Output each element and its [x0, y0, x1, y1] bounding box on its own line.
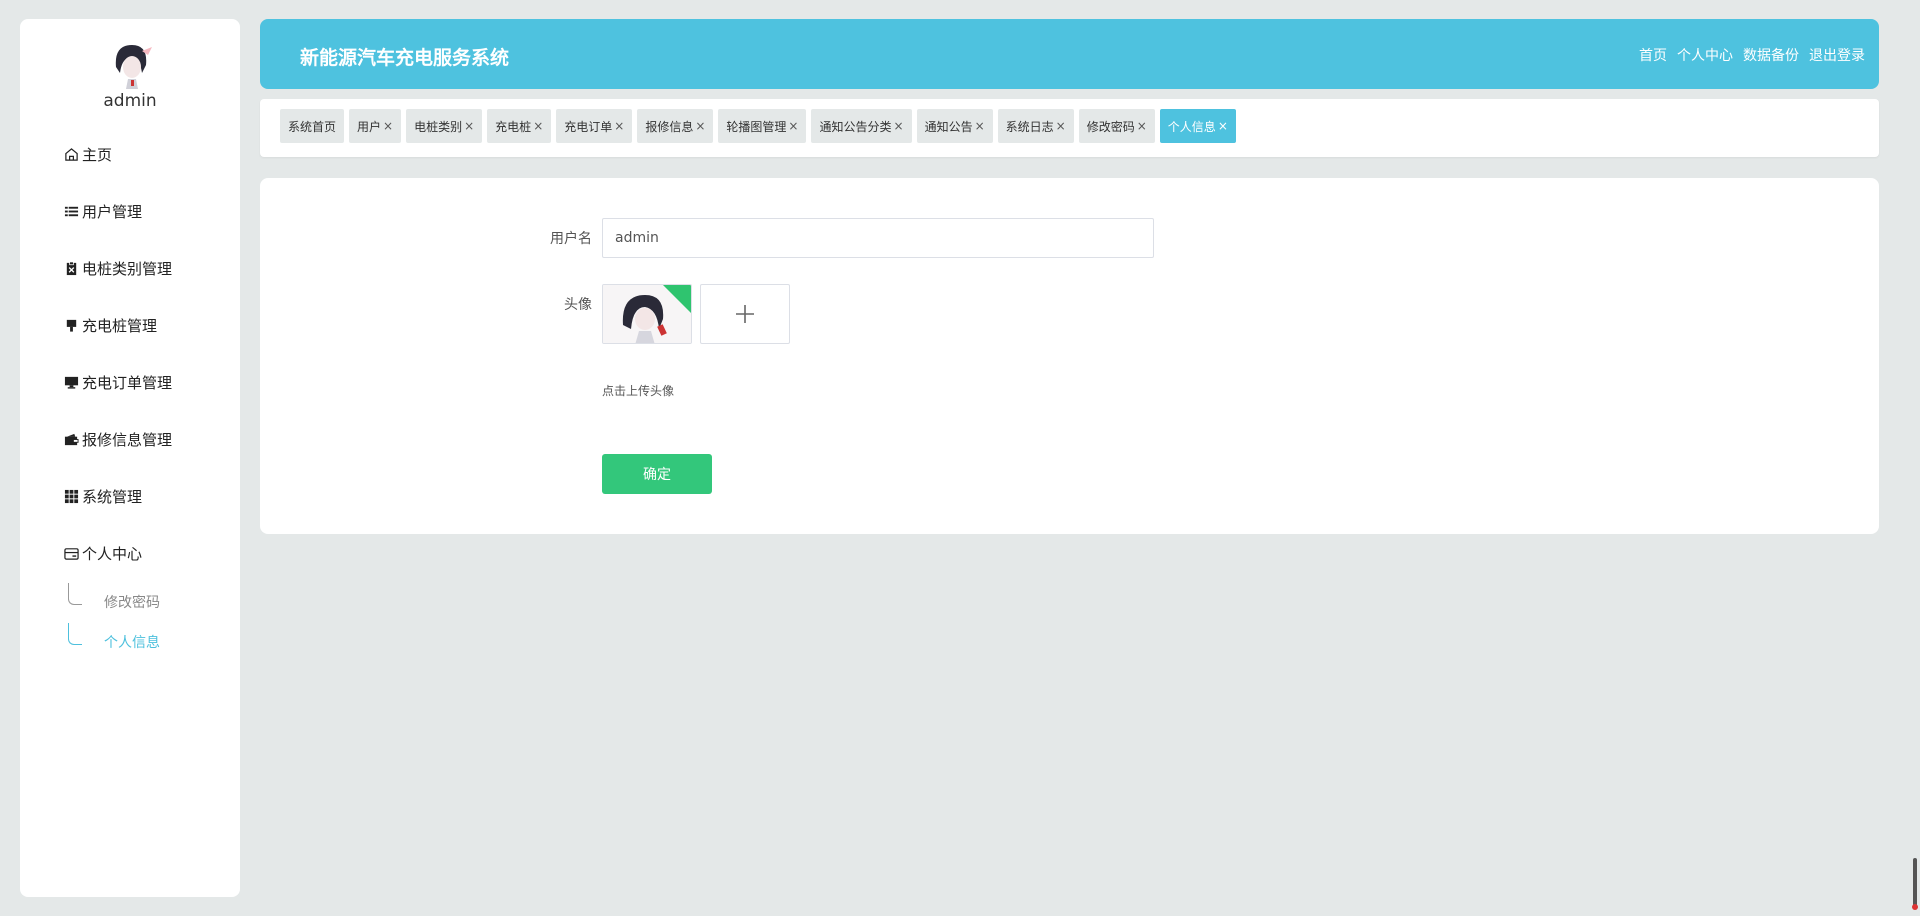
sidebar-item-label: 报修信息管理: [82, 430, 173, 449]
sidebar-username: admin: [103, 91, 157, 111]
tab-label: 个人信息: [1167, 119, 1216, 134]
close-icon[interactable]: ×: [533, 119, 543, 133]
nav-data-backup-link[interactable]: 数据备份: [1743, 45, 1799, 65]
header-nav: 首页 个人中心 数据备份 退出登录: [1639, 45, 1865, 65]
close-icon[interactable]: ×: [975, 119, 985, 133]
grid-icon: [62, 487, 80, 505]
tab-label: 充电订单: [564, 119, 613, 134]
sidebar-item-charging-order[interactable]: 充电订单管理: [62, 367, 172, 397]
list-icon: [62, 202, 80, 220]
tab-charging-order[interactable]: 充电订单 ×: [556, 109, 633, 143]
nav-logout-link[interactable]: 退出登录: [1809, 45, 1865, 65]
avatar-label: 头像: [564, 297, 592, 313]
tab-label: 报修信息: [645, 119, 694, 134]
close-icon[interactable]: ×: [1137, 119, 1147, 133]
tab-carousel[interactable]: 轮播图管理 ×: [718, 109, 807, 143]
close-icon[interactable]: ×: [464, 119, 474, 133]
sidebar-item-system[interactable]: 系统管理: [62, 481, 142, 511]
tab-pile-category[interactable]: 电桩类别 ×: [406, 109, 483, 143]
tab-label: 修改密码: [1086, 119, 1135, 134]
scroll-indicator: [1912, 858, 1918, 910]
app-title: 新能源汽车充电服务系统: [300, 47, 510, 69]
top-header: 新能源汽车充电服务系统 首页 个人中心 数据备份 退出登录: [260, 19, 1879, 89]
sidebar-item-charging-pile[interactable]: 充电桩管理: [62, 310, 157, 340]
sidebar-item-label: 用户管理: [82, 202, 143, 221]
card-icon: [62, 544, 80, 562]
clipboard-icon: [62, 259, 80, 277]
tab-label: 系统首页: [288, 119, 337, 134]
submit-button[interactable]: 确定: [602, 454, 712, 494]
username-label: 用户名: [550, 231, 592, 247]
tab-notice[interactable]: 通知公告 ×: [916, 109, 993, 143]
sidebar-subitem-personal-info[interactable]: 个人信息: [68, 623, 160, 657]
tab-repair-info[interactable]: 报修信息 ×: [637, 109, 714, 143]
close-icon[interactable]: ×: [614, 119, 624, 133]
sidebar-item-personal-center[interactable]: 个人中心: [62, 538, 142, 568]
tab-label: 用户: [357, 119, 382, 134]
sidebar-item-home[interactable]: 主页: [62, 139, 112, 169]
sidebar: admin 主页 用户管理 电桩类别管理 充电桩管理 充电订单管理 报修信息管理: [20, 19, 240, 897]
avatar-thumbnail[interactable]: [602, 284, 692, 344]
tab-label: 通知公告分类: [819, 119, 892, 134]
sidebar-item-users[interactable]: 用户管理: [62, 196, 142, 226]
close-icon[interactable]: ×: [894, 119, 904, 133]
brush-icon: [62, 316, 80, 334]
sidebar-item-label: 主页: [82, 145, 113, 164]
tab-label: 电桩类别: [414, 119, 463, 134]
sidebar-item-label: 充电桩管理: [82, 316, 158, 335]
tab-system-home[interactable]: 系统首页: [280, 109, 345, 143]
avatar-upload-button[interactable]: [700, 284, 790, 344]
sidebar-item-label: 电桩类别管理: [82, 259, 173, 278]
tabs-bar: 系统首页 用户 × 电桩类别 × 充电桩 × 充电订单 × 报修信息 × 轮播图管理 × 通…: [260, 99, 1879, 157]
sidebar-item-repair[interactable]: 报修信息管理: [62, 424, 172, 454]
upload-success-badge: [663, 285, 691, 313]
sidebar-item-label: 个人中心: [82, 544, 143, 563]
tab-charging-pile[interactable]: 充电桩 ×: [487, 109, 552, 143]
tab-system-log[interactable]: 系统日志 ×: [997, 109, 1074, 143]
tab-users[interactable]: 用户 ×: [349, 109, 402, 143]
tree-branch: [68, 583, 82, 605]
close-icon[interactable]: ×: [695, 119, 705, 133]
sidebar-subitem-label: 个人信息: [104, 635, 160, 651]
sidebar-avatar-wrap: [20, 37, 240, 93]
upload-hint: 点击上传头像: [602, 384, 675, 398]
nav-home-link[interactable]: 首页: [1639, 45, 1667, 65]
close-icon[interactable]: ×: [383, 119, 393, 133]
tab-label: 通知公告: [924, 119, 973, 134]
sidebar-item-pile-category[interactable]: 电桩类别管理: [62, 253, 172, 283]
sidebar-item-label: 充电订单管理: [82, 373, 173, 392]
monitor-icon: [62, 373, 80, 391]
home-icon: [62, 145, 80, 163]
sidebar-subitem-change-password[interactable]: 修改密码: [68, 583, 160, 617]
close-icon[interactable]: ×: [788, 119, 798, 133]
tab-label: 充电桩: [495, 119, 532, 134]
username-input[interactable]: [602, 218, 1154, 258]
plus-icon: [736, 305, 754, 323]
avatar: [102, 37, 158, 93]
close-icon[interactable]: ×: [1056, 119, 1066, 133]
tab-personal-info[interactable]: 个人信息 ×: [1159, 109, 1236, 143]
personal-info-form: 用户名 头像 点击上传头像 确定: [260, 178, 1879, 534]
sidebar-item-label: 系统管理: [82, 487, 143, 506]
close-icon[interactable]: ×: [1218, 119, 1228, 133]
tab-label: 轮播图管理: [726, 119, 787, 134]
tabs: 系统首页 用户 × 电桩类别 × 充电桩 × 充电订单 × 报修信息 × 轮播图管理 × 通…: [280, 109, 1236, 143]
wallet-icon: [62, 430, 80, 448]
tab-change-password[interactable]: 修改密码 ×: [1078, 109, 1155, 143]
tab-label: 系统日志: [1005, 119, 1054, 134]
nav-personal-center-link[interactable]: 个人中心: [1677, 45, 1733, 65]
tab-notice-category[interactable]: 通知公告分类 ×: [811, 109, 912, 143]
tree-branch: [68, 623, 82, 645]
sidebar-subitem-label: 修改密码: [104, 595, 160, 611]
